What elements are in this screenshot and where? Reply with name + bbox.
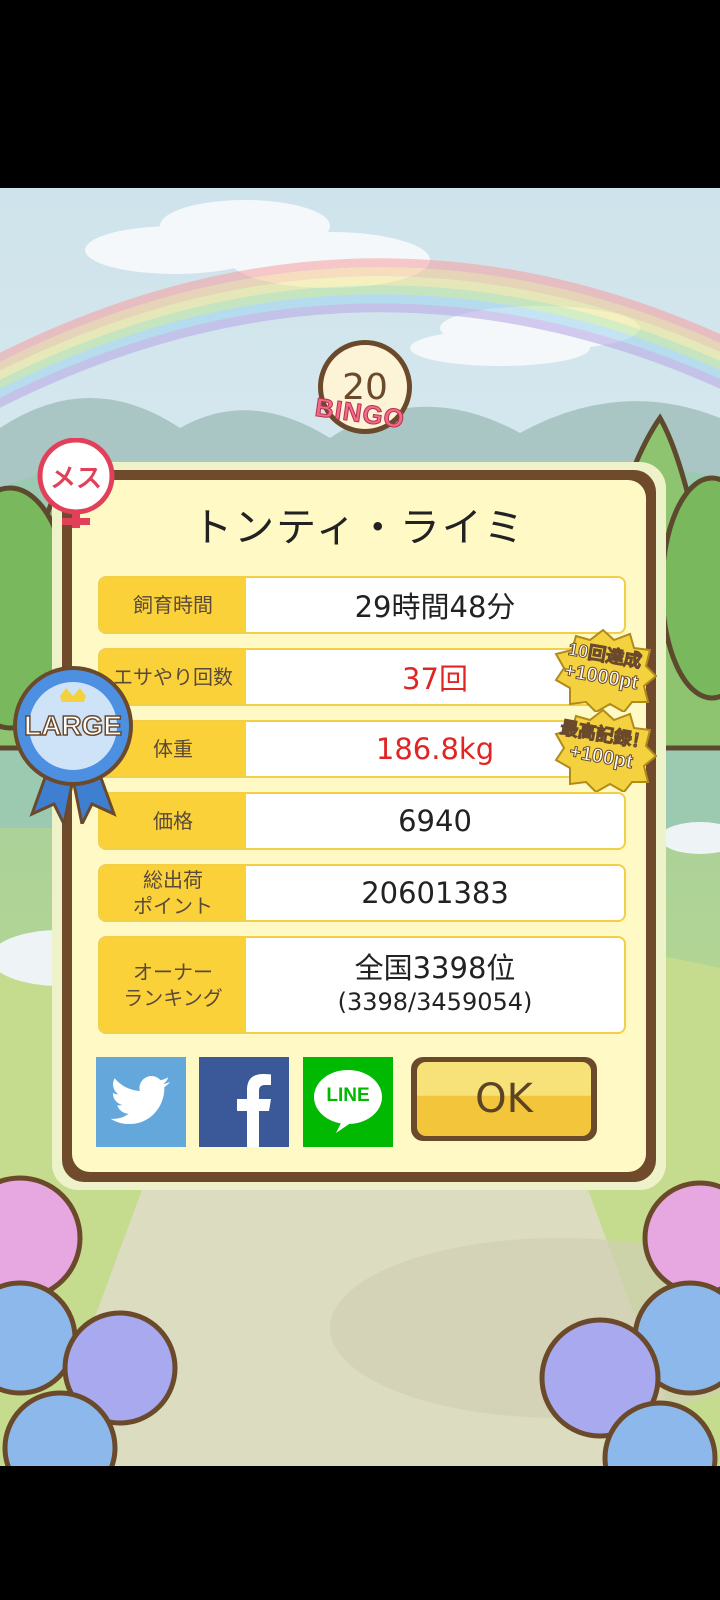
ranking-detail: (3398/3459054)	[337, 988, 533, 1016]
ribbon-icon	[13, 666, 133, 824]
twitter-share-button[interactable]	[96, 1057, 186, 1147]
ranking-label-line1: オーナー	[133, 960, 213, 984]
stat-label-line1: 総出荷	[143, 868, 203, 892]
female-badge: メス	[36, 438, 116, 528]
stat-value: 6940	[398, 804, 472, 838]
ranking-value: 全国3398位 (3398/3459054)	[246, 938, 624, 1032]
stat-row-ranking: オーナー ランキング 全国3398位 (3398/3459054)	[98, 936, 626, 1034]
facebook-share-button[interactable]	[199, 1057, 289, 1147]
twitter-icon	[110, 1076, 170, 1124]
stat-row-price: 価格 6940	[98, 792, 626, 850]
facebook-icon	[237, 1074, 271, 1147]
ranking-label-line2: ランキング	[123, 986, 223, 1010]
stat-label: オーナー ランキング	[100, 938, 246, 1032]
size-ribbon: LARGE	[12, 664, 134, 824]
line-label: LINE	[326, 1085, 370, 1106]
ranking-position: 全国3398位	[354, 951, 516, 985]
stat-label-line2: ポイント	[133, 894, 213, 918]
stat-value: 20601383	[361, 876, 509, 910]
pet-name: トンティ・ライミ	[192, 505, 526, 551]
bonus-badge-weight: 最高記録！ +100pt	[548, 708, 658, 792]
ok-button-label[interactable]: OK	[417, 1062, 591, 1136]
gender-label: メス	[49, 464, 102, 494]
stat-label: 飼育時間	[100, 578, 246, 632]
stat-row-time: 飼育時間 29時間48分	[98, 576, 626, 634]
stat-value: 29時間48分	[354, 590, 516, 624]
bonus-badge-feed: 10回達成 +1000pt	[548, 628, 658, 712]
stat-label: 総出荷 ポイント	[100, 866, 246, 920]
stat-row-shipping-points: 総出荷 ポイント 20601383	[98, 864, 626, 922]
line-share-button[interactable]: LINE	[303, 1057, 393, 1147]
size-label: LARGE	[23, 709, 123, 742]
